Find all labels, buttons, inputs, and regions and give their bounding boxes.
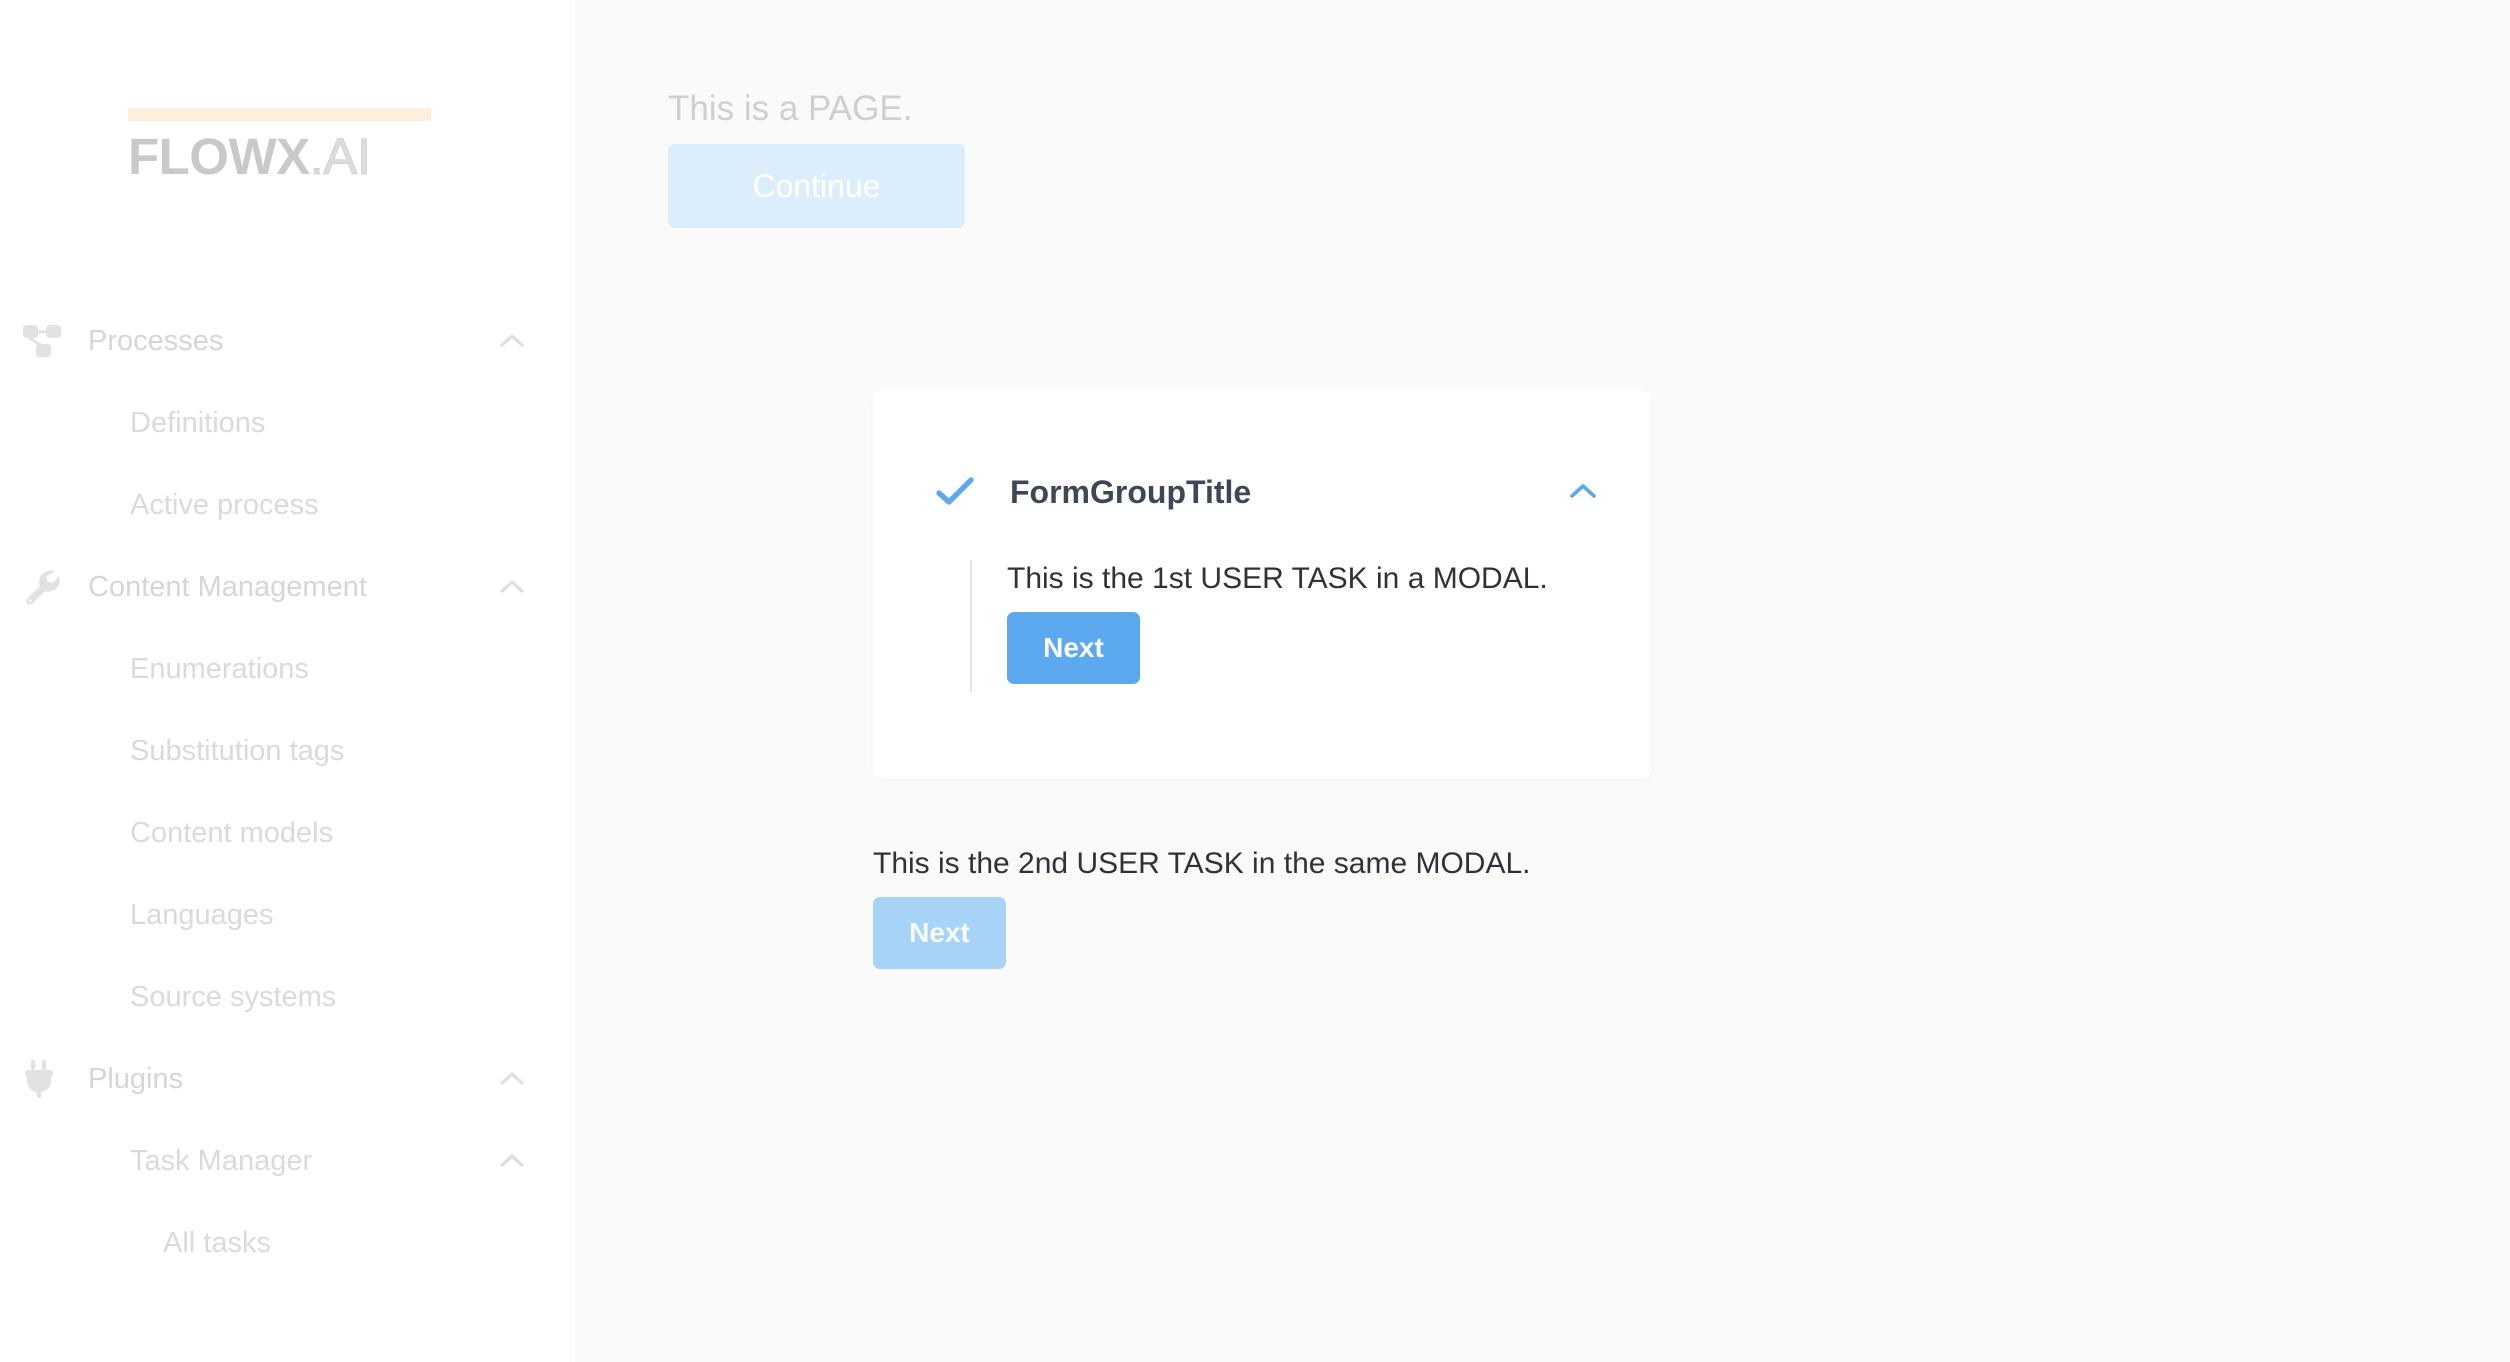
sidebar-item-substitution-tags[interactable]: Substitution tags (0, 710, 575, 792)
next-button-task-1[interactable]: Next (1007, 612, 1140, 684)
brand-logo-main: FLOWX (128, 128, 310, 185)
continue-button[interactable]: Continue (668, 144, 965, 228)
user-task-2: This is the 2nd USER TASK in the same MO… (873, 845, 1673, 969)
sidebar-item-label: Substitution tags (130, 734, 345, 767)
sidebar-item-label: Languages (130, 898, 274, 931)
sidebar-item-label: Content models (130, 816, 334, 849)
sidebar-group-label: Content Management (88, 570, 367, 603)
sidebar-item-languages[interactable]: Languages (0, 874, 575, 956)
page-title: This is a PAGE. (668, 89, 913, 128)
sidebar: FLOWX .AI Processes Definitions Active p… (0, 0, 575, 1362)
sidebar-group-plugins[interactable]: Plugins (0, 1038, 575, 1120)
user-task-1-text: This is the 1st USER TASK in a MODAL. (1007, 562, 1548, 595)
brand-logo-suffix: .AI (309, 128, 371, 185)
chevron-up-icon[interactable] (495, 570, 529, 604)
sidebar-group-processes[interactable]: Processes (0, 300, 575, 382)
check-icon (935, 472, 975, 512)
brand-logo[interactable]: FLOWX .AI (128, 108, 438, 185)
chevron-up-icon[interactable] (495, 324, 529, 358)
sidebar-item-content-models[interactable]: Content models (0, 792, 575, 874)
chevron-up-icon[interactable] (495, 1144, 529, 1178)
background-page: This is a PAGE. Continue (668, 88, 1168, 228)
form-group-body: This is the 1st USER TASK in a MODAL. Ne… (970, 560, 1610, 692)
brand-accent-bar (128, 108, 431, 121)
plug-icon (22, 1059, 74, 1099)
sidebar-item-label: Active process (130, 488, 319, 521)
form-group-title: FormGroupTitle (1010, 473, 1252, 510)
sidebar-group-content-management[interactable]: Content Management (0, 546, 575, 628)
user-task-2-text: This is the 2nd USER TASK in the same MO… (873, 847, 1531, 880)
sidebar-nav: Processes Definitions Active process Con… (0, 300, 575, 1284)
next-button-task-2[interactable]: Next (873, 897, 1006, 969)
sidebar-item-label: Source systems (130, 980, 337, 1013)
sidebar-group-label: Plugins (88, 1062, 184, 1095)
sidebar-group-label: Processes (88, 324, 224, 357)
sidebar-item-all-tasks[interactable]: All tasks (0, 1202, 575, 1284)
app-root: FLOWX .AI Processes Definitions Active p… (0, 0, 2510, 1362)
sidebar-item-label: Task Manager (130, 1144, 313, 1177)
sidebar-item-task-manager[interactable]: Task Manager (0, 1120, 575, 1202)
form-group-header[interactable]: FormGroupTitle (873, 462, 1651, 522)
sidebar-item-enumerations[interactable]: Enumerations (0, 628, 575, 710)
sidebar-item-source-systems[interactable]: Source systems (0, 956, 575, 1038)
sidebar-item-label: Definitions (130, 406, 266, 439)
sidebar-item-definitions[interactable]: Definitions (0, 382, 575, 464)
main-content: This is a PAGE. Continue FormGroupTitle (575, 0, 2510, 1362)
brand-logo-text: FLOWX .AI (128, 128, 438, 185)
sidebar-item-label: All tasks (163, 1226, 271, 1259)
chevron-up-icon[interactable] (1563, 472, 1603, 512)
chevron-up-icon[interactable] (495, 1062, 529, 1096)
sitemap-icon (22, 321, 74, 361)
modal-card: FormGroupTitle This is the 1st USER TASK… (873, 390, 1651, 779)
sidebar-item-label: Enumerations (130, 652, 309, 685)
wrench-icon (22, 567, 74, 607)
sidebar-item-active-process[interactable]: Active process (0, 464, 575, 546)
